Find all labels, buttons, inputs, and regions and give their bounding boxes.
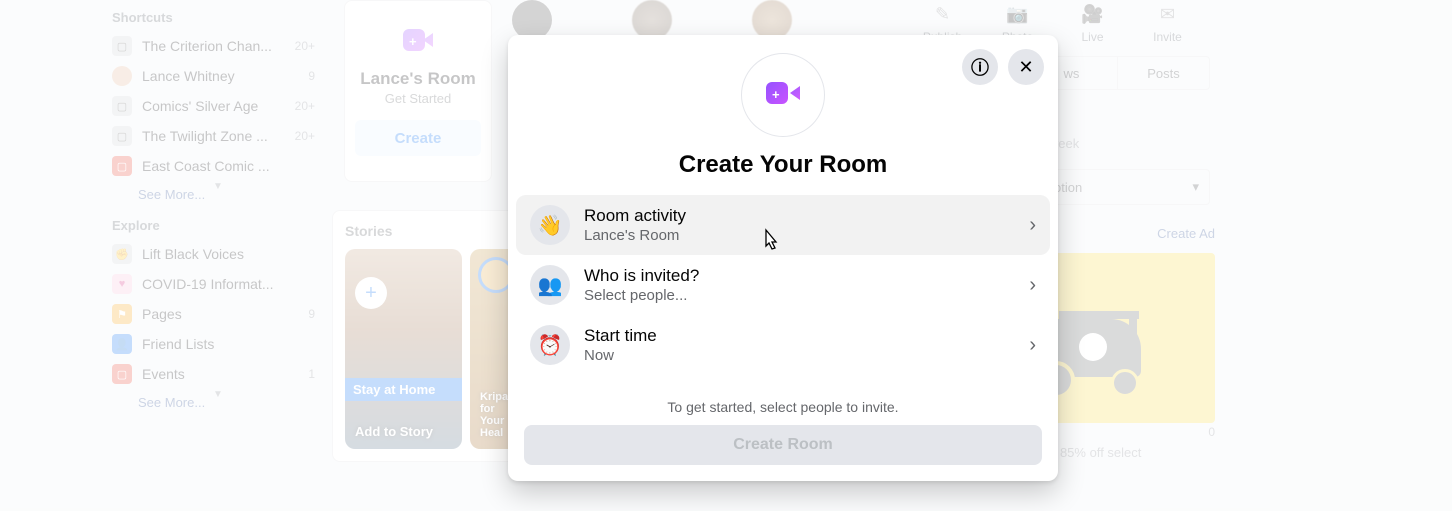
explore-badge: 1 — [308, 367, 315, 381]
group-icon: ▢ — [112, 36, 132, 56]
action-label: Live — [1081, 30, 1103, 44]
modal-hint: To get started, select people to invite. — [508, 399, 1058, 415]
room-card-subtitle: Get Started — [345, 91, 491, 106]
shortcut-item[interactable]: ▢ The Twilight Zone ... 20+ — [98, 121, 323, 151]
pencil-icon: ✎ — [929, 0, 957, 28]
shortcut-item[interactable]: ▢ East Coast Comic ... — [98, 151, 323, 181]
explore-label: Pages — [142, 306, 304, 322]
friend-avatar[interactable] — [632, 0, 672, 40]
shortcut-item[interactable]: Lance Whitney 9 — [98, 61, 323, 91]
camera-icon: 📷 — [1004, 0, 1032, 28]
shortcut-badge: 20+ — [295, 99, 315, 113]
people-icon: 👥 — [530, 265, 570, 305]
see-more-link[interactable]: See More... — [98, 181, 323, 208]
create-room-modal: ⓘ ✕ + Create Your Room 👋 Room activity L… — [508, 35, 1058, 481]
friends-icon: 👤 — [112, 334, 132, 354]
chevron-right-icon: › — [1029, 274, 1036, 297]
calendar-icon: ▢ — [112, 156, 132, 176]
modal-title: Create Your Room — [679, 151, 888, 179]
explore-item[interactable]: 👤 Friend Lists — [98, 329, 323, 359]
explore-item[interactable]: ✊ Lift Black Voices — [98, 239, 323, 269]
modal-options: 👋 Room activity Lance's Room › 👥 Who is … — [516, 195, 1050, 375]
explore-badge: 9 — [308, 307, 315, 321]
close-button[interactable]: ✕ — [1008, 49, 1044, 85]
shortcut-label: Lance Whitney — [142, 68, 304, 84]
see-more-link[interactable]: See More... — [98, 389, 323, 416]
story-banner: Stay at Home — [345, 378, 462, 401]
calendar-icon: ▢ — [112, 364, 132, 384]
option-subtitle: Now — [584, 347, 1029, 364]
caret-down-icon: ▼ — [213, 389, 223, 400]
shortcut-badge: 20+ — [295, 129, 315, 143]
avatar-icon — [112, 66, 132, 86]
explore-item[interactable]: ⚑ Pages 9 — [98, 299, 323, 329]
live-icon: 🎥 — [1079, 0, 1107, 28]
explore-label: Lift Black Voices — [142, 246, 315, 262]
shortcut-label: The Twilight Zone ... — [142, 128, 291, 144]
video-plus-icon: + — [766, 82, 800, 108]
shortcut-item[interactable]: ▢ The Criterion Chan... 20+ — [98, 31, 323, 61]
heart-icon: ♥ — [112, 274, 132, 294]
shortcut-item[interactable]: ▢ Comics' Silver Age 20+ — [98, 91, 323, 121]
action-label: Invite — [1153, 30, 1182, 44]
tab-posts[interactable]: Posts — [1117, 57, 1209, 89]
explore-label: Friend Lists — [142, 336, 315, 352]
info-icon: ⓘ — [971, 54, 989, 80]
chevron-right-icon: › — [1029, 214, 1036, 237]
hero-circle: + — [741, 53, 825, 137]
create-ad-link[interactable]: Create Ad — [1157, 226, 1215, 241]
info-button[interactable]: ⓘ — [962, 49, 998, 85]
add-story-card[interactable]: + Stay at Home Add to Story — [345, 249, 462, 449]
option-title: Start time — [584, 326, 1029, 346]
wave-icon: 👋 — [530, 205, 570, 245]
shortcut-badge: 9 — [308, 69, 315, 83]
option-subtitle: Select people... — [584, 287, 1029, 304]
plus-icon: + — [355, 277, 387, 309]
shortcut-label: Comics' Silver Age — [142, 98, 291, 114]
live-action[interactable]: 🎥 Live — [1063, 0, 1123, 44]
shortcut-label: The Criterion Chan... — [142, 38, 291, 54]
shortcut-badge: 20+ — [295, 39, 315, 53]
create-room-button[interactable]: Create Room — [524, 425, 1042, 465]
explore-label: Events — [142, 366, 304, 382]
friend-avatar[interactable] — [752, 0, 792, 40]
option-title: Who is invited? — [584, 266, 1029, 286]
explore-heading: Explore — [112, 218, 323, 233]
shortcuts-heading: Shortcuts — [112, 10, 323, 25]
friend-avatar[interactable] — [512, 0, 552, 40]
explore-item[interactable]: ▢ Events 1 — [98, 359, 323, 389]
who-invited-option[interactable]: 👥 Who is invited? Select people... › — [516, 255, 1050, 315]
option-title: Room activity — [584, 206, 1029, 226]
room-activity-option[interactable]: 👋 Room activity Lance's Room › — [516, 195, 1050, 255]
video-plus-icon: + — [403, 29, 433, 51]
start-time-option[interactable]: ⏰ Start time Now › — [516, 315, 1050, 375]
fist-icon: ✊ — [112, 244, 132, 264]
invite-icon: ✉ — [1154, 0, 1182, 28]
explore-item[interactable]: ♥ COVID-19 Informat... — [98, 269, 323, 299]
explore-label: COVID-19 Informat... — [142, 276, 315, 292]
group-icon: ▢ — [112, 126, 132, 146]
flag-icon: ⚑ — [112, 304, 132, 324]
caret-down-icon: ▾ — [1192, 179, 1199, 195]
caret-down-icon: ▼ — [213, 181, 223, 192]
clock-icon: ⏰ — [530, 325, 570, 365]
room-card: + Lance's Room Get Started Create — [344, 0, 492, 182]
left-sidebar: Shortcuts ▢ The Criterion Chan... 20+ La… — [98, 0, 323, 416]
invite-action[interactable]: ✉ Invite — [1138, 0, 1198, 44]
shortcut-label: East Coast Comic ... — [142, 158, 315, 174]
chevron-right-icon: › — [1029, 334, 1036, 357]
close-icon: ✕ — [1018, 57, 1033, 78]
add-story-label: Add to Story — [355, 424, 452, 439]
create-button[interactable]: Create — [355, 120, 481, 156]
option-subtitle: Lance's Room — [584, 227, 1029, 244]
room-card-title: Lance's Room — [345, 69, 491, 89]
group-icon: ▢ — [112, 96, 132, 116]
